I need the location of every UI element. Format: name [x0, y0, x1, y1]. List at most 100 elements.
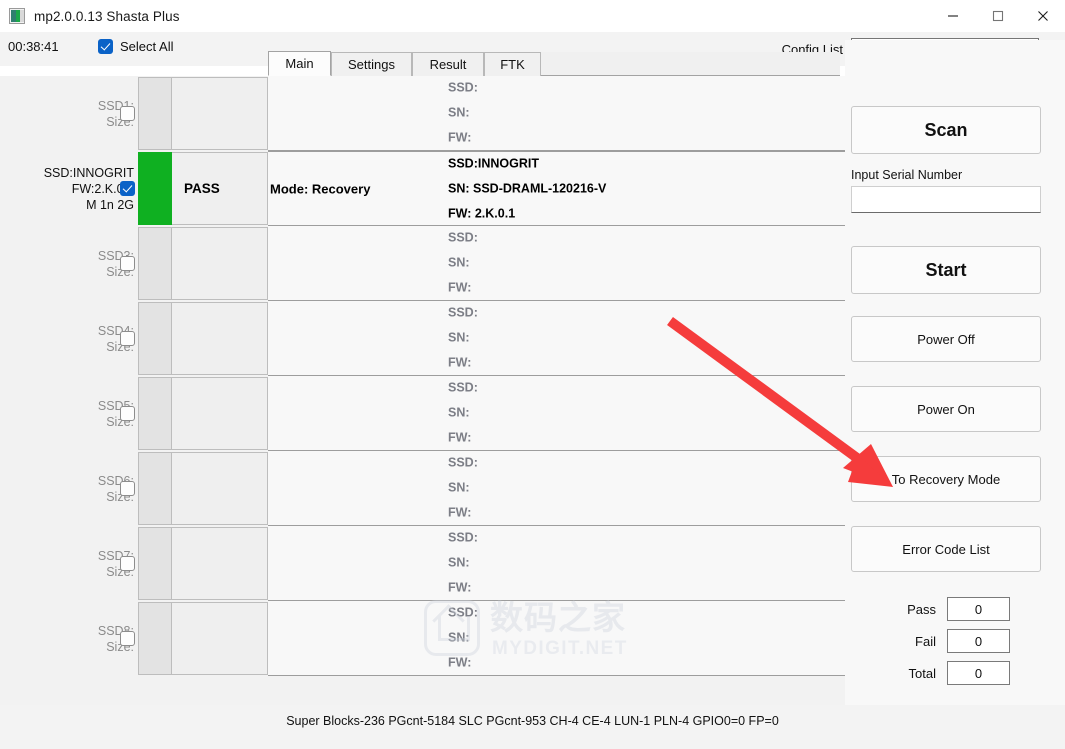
slot-label-7: SSD7: Size: — [0, 526, 138, 601]
slot-label-2: SSD:INNOGRIT FW:2.K.0.1 M 1n 2G — [0, 151, 138, 226]
slot-info: SSD: SN: FW: — [448, 451, 478, 526]
maximize-button[interactable] — [975, 0, 1020, 32]
slot-checkbox-cell-3[interactable] — [120, 256, 135, 271]
tab-main[interactable]: Main — [268, 51, 331, 76]
slot-checkbox[interactable] — [120, 256, 135, 271]
slot-fw: FW: — [448, 430, 472, 445]
fail-counter: Fail 0 — [885, 628, 1065, 654]
slot-result-cell — [172, 527, 268, 600]
tab-ftk-label: FTK — [500, 57, 525, 72]
slot-checkbox[interactable] — [120, 331, 135, 346]
power-on-button[interactable]: Power On — [851, 386, 1041, 432]
pass-counter-label: Pass — [907, 601, 936, 617]
slot-detail-3: SSD: SN: FW: — [268, 226, 845, 301]
slot-checkbox-cell-7[interactable] — [120, 556, 135, 571]
slot-info: SSD:INNOGRIT SN: SSD-DRAML-120216-V FW: … — [448, 151, 606, 226]
slot-checkbox[interactable] — [120, 181, 135, 196]
slot-fw: FW: — [448, 280, 472, 295]
error-code-list-button[interactable]: Error Code List — [851, 526, 1041, 572]
slot-name: SSD:INNOGRIT — [43, 165, 134, 180]
slot-checkbox-cell-6[interactable] — [120, 481, 135, 496]
slot-checkbox[interactable] — [120, 406, 135, 421]
slot-info: SSD: SN: FW: — [448, 76, 478, 151]
slot-checkbox[interactable] — [120, 106, 135, 121]
slot-label-6: SSD6: Size: — [0, 451, 138, 526]
slot-ssd: SSD: — [448, 305, 478, 320]
slot-status-indicator — [138, 602, 172, 675]
slot-status-indicator — [138, 302, 172, 375]
select-all-control[interactable]: Select All — [98, 39, 173, 54]
total-counter-value: 0 — [947, 661, 1010, 685]
minimize-button[interactable] — [930, 0, 975, 32]
slot-label-4: SSD4: Size: — [0, 301, 138, 376]
table-row[interactable]: SSD3: Size: SSD: SN: FW: — [0, 226, 845, 301]
fail-counter-value: 0 — [947, 629, 1010, 653]
slot-status-indicator — [138, 152, 172, 225]
tab-result[interactable]: Result — [412, 52, 484, 76]
table-row[interactable]: SSD1: Size: SSD: SN: FW: — [0, 76, 845, 151]
start-button[interactable]: Start — [851, 246, 1041, 294]
slot-ssd: SSD: — [448, 605, 478, 620]
slot-result-cell — [172, 227, 268, 300]
table-row[interactable]: SSD7: Size: SSD: SN: FW: — [0, 526, 845, 601]
slot-label-8: SSD8: Size: — [0, 601, 138, 676]
elapsed-time: 00:38:41 — [8, 39, 59, 54]
slot-checkbox-cell-1[interactable] — [120, 106, 135, 121]
table-row[interactable]: SSD8: Size: SSD: SN: FW: — [0, 601, 845, 676]
status-bar: Super Blocks-236 PGcnt-5184 SLC PGcnt-95… — [0, 705, 1065, 749]
action-panel: Scan Input Serial Number Start Power Off… — [845, 40, 1065, 705]
slot-fw: FW: — [448, 505, 472, 520]
serial-number-label: Input Serial Number — [851, 168, 963, 182]
tab-ftk[interactable]: FTK — [484, 52, 541, 76]
fail-counter-label: Fail — [915, 633, 936, 649]
tab-settings-label: Settings — [348, 57, 395, 72]
slot-checkbox-cell-8[interactable] — [120, 631, 135, 646]
select-all-label: Select All — [120, 39, 174, 54]
slot-detail-7: SSD: SN: FW: — [268, 526, 845, 601]
slot-checkbox[interactable] — [120, 631, 135, 646]
slot-result-cell: PASS — [172, 152, 268, 225]
slot-sn: SN: — [448, 255, 470, 270]
slot-checkbox-cell-2[interactable] — [120, 181, 135, 196]
power-off-button[interactable]: Power Off — [851, 316, 1041, 362]
slot-checkbox[interactable] — [120, 556, 135, 571]
select-all-checkbox[interactable] — [98, 39, 113, 54]
to-recovery-mode-button[interactable]: To Recovery Mode — [851, 456, 1041, 502]
table-row[interactable]: SSD4: Size: SSD: SN: FW: — [0, 301, 845, 376]
slot-label-5: SSD5: Size: — [0, 376, 138, 451]
total-counter: Total 0 — [885, 660, 1065, 686]
slot-capacity: M 1n 2G — [86, 197, 134, 212]
slot-detail-2: Mode: Recovery SSD:INNOGRIT SN: SSD-DRAM… — [268, 151, 845, 226]
table-row[interactable]: SSD6: Size: SSD: SN: FW: — [0, 451, 845, 526]
slot-result-cell — [172, 377, 268, 450]
slot-info: SSD: SN: FW: — [448, 601, 478, 676]
scan-button[interactable]: Scan — [851, 106, 1041, 154]
slot-status-indicator — [138, 527, 172, 600]
app-icon — [9, 8, 25, 24]
tab-main-label: Main — [285, 56, 314, 71]
slot-checkbox[interactable] — [120, 481, 135, 496]
slot-info: SSD: SN: FW: — [448, 301, 478, 376]
slot-status-indicator — [138, 77, 172, 150]
serial-number-input[interactable] — [851, 186, 1041, 213]
slot-result-cell — [172, 77, 268, 150]
slot-mode: Mode: Recovery — [270, 181, 371, 196]
table-row[interactable]: SSD5: Size: SSD: SN: FW: — [0, 376, 845, 451]
tab-result-label: Result — [429, 57, 467, 72]
slot-detail-5: SSD: SN: FW: — [268, 376, 845, 451]
table-row[interactable]: SSD:INNOGRIT FW:2.K.0.1 M 1n 2G PASS Mod… — [0, 151, 845, 226]
slot-checkbox-cell-5[interactable] — [120, 406, 135, 421]
slot-status-indicator — [138, 227, 172, 300]
slot-label-1: SSD1: Size: — [0, 76, 138, 151]
slot-detail-4: SSD: SN: FW: — [268, 301, 845, 376]
slot-fw: FW: — [448, 655, 472, 670]
close-button[interactable] — [1020, 0, 1065, 32]
total-counter-label: Total — [908, 665, 936, 681]
slot-info: SSD: SN: FW: — [448, 376, 478, 451]
tab-strip: Main Settings Result FTK — [268, 51, 840, 76]
tab-settings[interactable]: Settings — [331, 52, 412, 76]
slot-ssd: SSD: — [448, 455, 478, 470]
slot-detail-6: SSD: SN: FW: — [268, 451, 845, 526]
window-controls — [930, 0, 1065, 32]
slot-checkbox-cell-4[interactable] — [120, 331, 135, 346]
